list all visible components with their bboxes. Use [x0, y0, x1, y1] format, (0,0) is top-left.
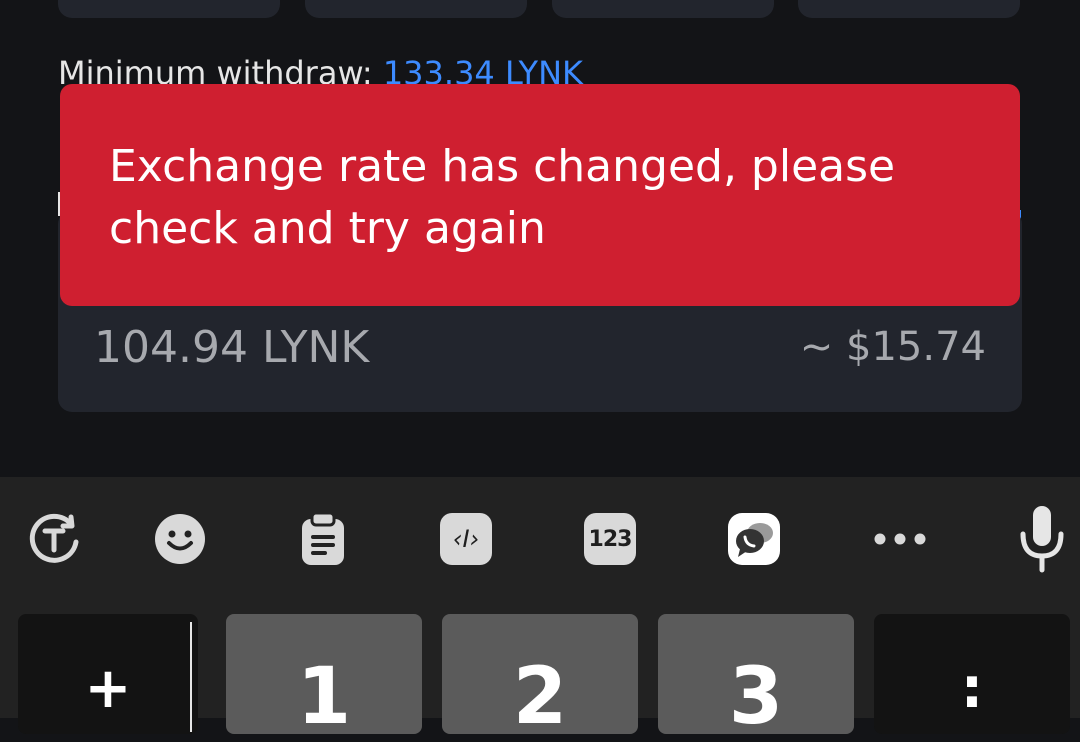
clipboard-icon[interactable] [296, 509, 350, 569]
key-2[interactable]: 2 [442, 614, 638, 742]
option-chip[interactable] [552, 0, 774, 18]
text-cursor [190, 622, 192, 732]
key-colon[interactable]: : [874, 614, 1070, 734]
more-icon[interactable] [870, 509, 930, 569]
key-colon-label: : [960, 656, 984, 721]
key-1[interactable]: 1 [226, 614, 422, 742]
key-2-label: 2 [512, 652, 568, 742]
number-pad-icon[interactable]: 123 [582, 509, 638, 569]
option-chip[interactable] [798, 0, 1020, 18]
error-toast[interactable]: Exchange rate has changed, please check … [60, 84, 1020, 306]
emoji-icon[interactable] [152, 509, 208, 569]
error-toast-message: Exchange rate has changed, please check … [109, 141, 896, 254]
key-1-label: 1 [296, 652, 352, 742]
text-edit-icon[interactable]: ‹I› [438, 509, 494, 569]
translate-icon[interactable] [26, 509, 82, 569]
microphone-icon[interactable] [1014, 503, 1070, 575]
key-plus[interactable]: + [18, 614, 198, 734]
key-3[interactable]: 3 [658, 614, 854, 742]
option-chip[interactable] [58, 0, 280, 18]
key-3-label: 3 [728, 652, 784, 742]
amount-value[interactable]: 104.94 LYNK [94, 322, 369, 373]
key-plus-label: + [84, 656, 132, 721]
option-chip[interactable] [305, 0, 527, 18]
chat-icon[interactable] [726, 509, 782, 569]
fiat-estimate: ~ $15.74 [799, 324, 986, 370]
